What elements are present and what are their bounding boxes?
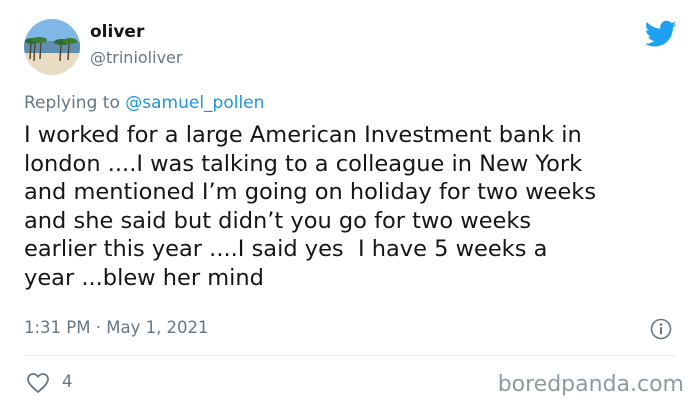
tweet-timestamp[interactable]: 1:31 PM · May 1, 2021	[24, 318, 209, 337]
replying-to: Replying to @samuel_pollen	[24, 93, 264, 113]
replying-to-label: Replying to	[24, 93, 120, 113]
display-name[interactable]: oliver	[90, 22, 144, 42]
divider	[24, 355, 676, 356]
avatar[interactable]	[24, 19, 80, 75]
tweet-text: I worked for a large American Investment…	[24, 122, 597, 291]
info-icon[interactable]	[650, 318, 672, 340]
twitter-bird-icon[interactable]	[644, 20, 677, 48]
watermark: boredpanda.com	[497, 372, 684, 397]
reply-mention-link[interactable]: @samuel_pollen	[125, 93, 264, 113]
heart-icon[interactable]	[26, 372, 50, 394]
like-count: 4	[62, 372, 73, 391]
user-handle[interactable]: @trinioliver	[90, 48, 182, 67]
